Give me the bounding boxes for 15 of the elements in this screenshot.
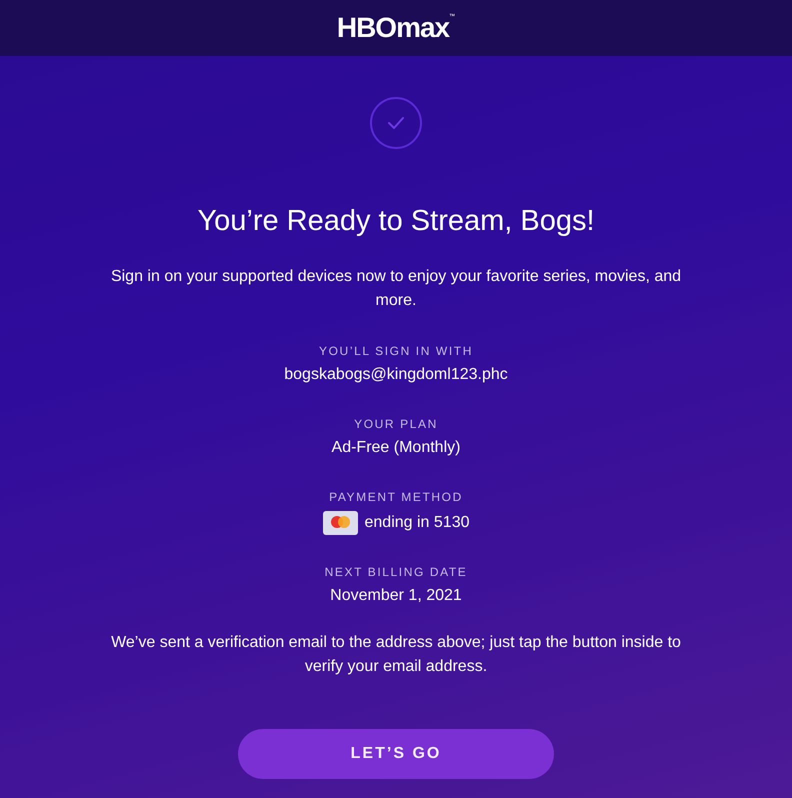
lets-go-button[interactable]: LET’S GO bbox=[238, 729, 554, 779]
detail-label: YOUR PLAN bbox=[354, 416, 438, 432]
detail-value: ending in 5130 bbox=[364, 513, 470, 533]
detail-label: NEXT BILLING DATE bbox=[324, 564, 468, 580]
detail-value: bogskabogs@kingdoml123.phc bbox=[284, 365, 508, 385]
detail-value: November 1, 2021 bbox=[330, 586, 462, 606]
intro-text: Sign in on your supported devices now to enjoy your favorite series, movies, and more. bbox=[110, 267, 682, 311]
detail-value: Ad-Free (Monthly) bbox=[332, 438, 460, 458]
check-circle-icon bbox=[370, 97, 422, 149]
detail-label: YOU’LL SIGN IN WITH bbox=[319, 343, 473, 359]
page-title: You’re Ready to Stream, Bogs! bbox=[197, 204, 595, 239]
logo: HBOmax$^{™}$ bbox=[336, 14, 456, 42]
card-icon bbox=[322, 511, 358, 535]
detail-label: PAYMENT METHOD bbox=[329, 489, 463, 505]
verification-note: We’ve sent a verification email to the address above; just tap the button inside to verify your email address. bbox=[110, 633, 682, 677]
